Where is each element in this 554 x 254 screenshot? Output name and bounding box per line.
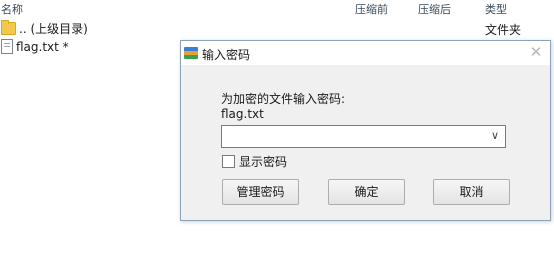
column-compressed-before-header[interactable]: 压缩前 [355, 1, 388, 17]
show-password-label[interactable]: 显示密码 [239, 153, 287, 170]
encrypted-filename-label: flag.txt [221, 107, 264, 121]
close-button[interactable]: ✕ [529, 44, 543, 60]
archive-window: 名称 压缩前 压缩后 类型 .. (上级目录) 文件夹 flag.txt * 输… [0, 0, 554, 254]
file-list-header: 名称 压缩前 压缩后 类型 [0, 0, 554, 17]
column-type-header[interactable]: 类型 [485, 1, 507, 17]
file-row-name-cell: .. (上级目录) [1, 20, 88, 37]
password-input[interactable] [225, 128, 475, 144]
file-row-parent-dir[interactable]: .. (上级目录) 文件夹 [0, 19, 554, 37]
dialog-titlebar[interactable]: 输入密码 ✕ [181, 41, 550, 65]
file-row-name-cell: flag.txt * [1, 39, 69, 54]
file-type: 文件夹 [485, 23, 522, 37]
manage-passwords-button[interactable]: 管理密码 [222, 179, 299, 205]
ok-button[interactable]: 确定 [328, 179, 405, 205]
dialog-title: 输入密码 [202, 48, 251, 62]
file-name: flag.txt * [16, 39, 69, 54]
cancel-button[interactable]: 取消 [433, 179, 510, 205]
password-combobox[interactable]: ∨ [221, 125, 506, 148]
file-name: .. (上级目录) [19, 22, 88, 36]
password-prompt-label: 为加密的文件输入密码: [221, 92, 346, 106]
folder-icon [1, 20, 16, 35]
password-dialog: 输入密码 ✕ 为加密的文件输入密码: flag.txt ∨ 显示密码 管理密码 … [180, 40, 551, 221]
column-compressed-after-header[interactable]: 压缩后 [418, 1, 451, 17]
chevron-down-icon[interactable]: ∨ [489, 129, 501, 143]
column-name-header[interactable]: 名称 [1, 1, 23, 17]
text-file-icon [1, 39, 13, 54]
show-password-checkbox[interactable] [222, 155, 235, 168]
app-icon [184, 47, 198, 59]
